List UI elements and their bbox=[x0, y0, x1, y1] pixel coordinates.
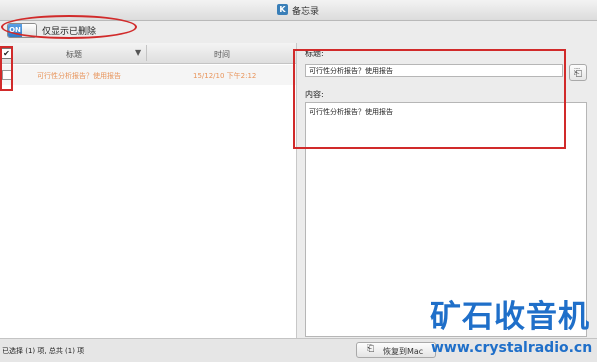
annotation-ellipse bbox=[1, 15, 137, 39]
row-title: 可行性分析报告？使用报告 bbox=[37, 72, 121, 80]
restore-to-device-icon[interactable]: ⎗ bbox=[569, 64, 587, 81]
table-header: ✔ 标题 ▼ 时间 bbox=[0, 43, 296, 64]
restore-icon: ⎗ bbox=[367, 344, 375, 354]
column-header-title[interactable]: 标题 bbox=[66, 49, 82, 60]
window-title: 备忘录 bbox=[292, 7, 320, 17]
notes-list-pane: ✔ 标题 ▼ 时间 可行性分析报告？使用报告 15/12/10 下午2:12 bbox=[0, 43, 297, 338]
row-time: 15/12/10 下午2:12 bbox=[193, 72, 257, 80]
selection-status: 已选择 (1) 项, 总共 (1) 项 bbox=[2, 347, 85, 355]
table-row[interactable]: 可行性分析报告？使用报告 15/12/10 下午2:12 bbox=[0, 65, 296, 85]
column-divider bbox=[146, 45, 147, 61]
annotation-rect-checkboxes bbox=[0, 46, 13, 91]
annotation-rect-detail bbox=[293, 49, 566, 149]
app-icon: K bbox=[277, 4, 288, 15]
restore-button-label: 恢复到Mac bbox=[383, 347, 424, 356]
column-header-time[interactable]: 时间 bbox=[214, 49, 230, 60]
restore-to-mac-button[interactable]: ⎗ 恢复到Mac bbox=[356, 342, 436, 358]
watermark-text: 矿石收音机 bbox=[430, 299, 590, 335]
watermark-url: www.crystalradio.cn bbox=[431, 340, 593, 356]
sort-indicator-icon[interactable]: ▼ bbox=[135, 48, 141, 57]
